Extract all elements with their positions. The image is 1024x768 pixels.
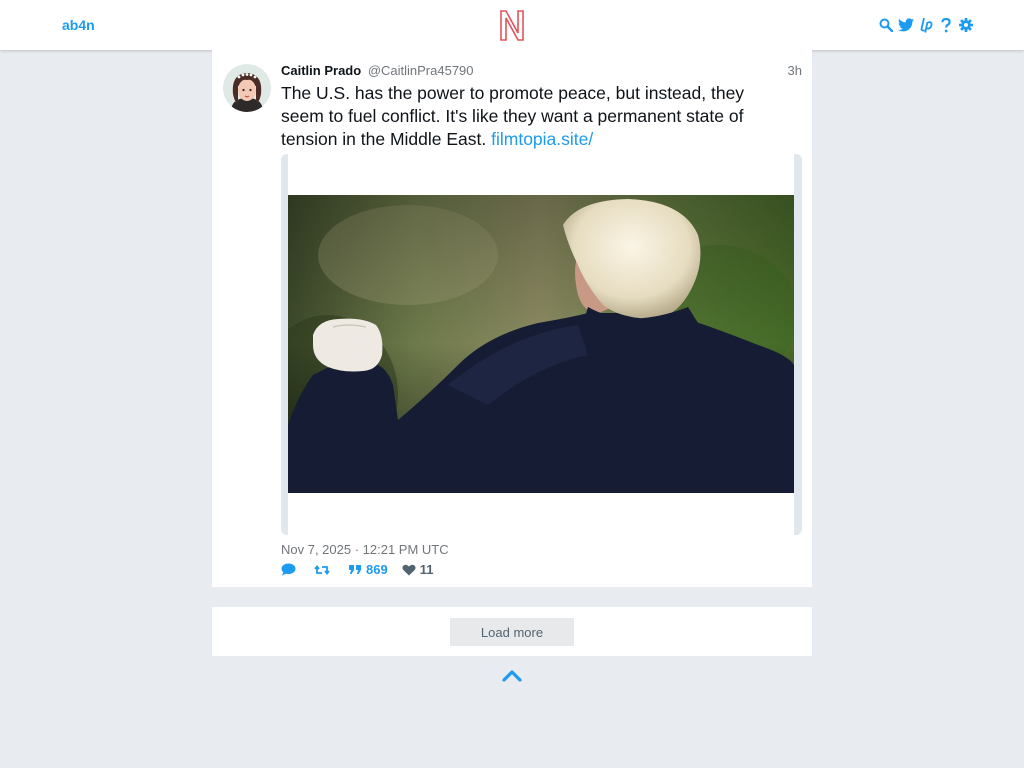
retweet-icon: [314, 564, 330, 575]
back-to-top-icon[interactable]: [502, 667, 522, 683]
brand-link[interactable]: ab4n: [62, 17, 95, 33]
tweet-link[interactable]: filmtopia.site/: [491, 129, 593, 149]
media-frame: [288, 154, 794, 535]
nitter-logo[interactable]: [498, 9, 526, 42]
comment-icon: [281, 563, 296, 576]
tweet-header: Caitlin Prado @CaitlinPra45790 3h: [281, 63, 802, 79]
quote-stat[interactable]: 869: [348, 562, 388, 577]
retweet-stat[interactable]: [314, 564, 334, 576]
attachment-image[interactable]: [288, 195, 794, 493]
tweet-stats: 869 11: [281, 562, 433, 577]
show-more: Load more: [212, 607, 812, 656]
gear-icon[interactable]: [958, 17, 974, 33]
reply-stat[interactable]: [281, 563, 300, 576]
heart-icon: [402, 564, 416, 575]
attachment-media[interactable]: [281, 154, 802, 535]
like-stat[interactable]: 11: [402, 562, 433, 577]
tweet-date-link[interactable]: 3h: [788, 63, 802, 78]
help-icon[interactable]: [938, 17, 954, 33]
liberapay-icon[interactable]: [918, 17, 934, 33]
quote-icon: [349, 565, 361, 574]
fullname-link[interactable]: Caitlin Prado: [281, 63, 361, 78]
nav-icons: [878, 17, 974, 33]
twitter-icon[interactable]: [898, 17, 914, 33]
timeline-item: Caitlin Prado @CaitlinPra45790 3h The U.…: [212, 50, 812, 587]
search-icon[interactable]: [878, 17, 894, 33]
tweet-published-date[interactable]: Nov 7, 2025 · 12:21 PM UTC: [281, 542, 449, 557]
tweet-content: The U.S. has the power to promote peace,…: [281, 82, 781, 151]
load-more-button[interactable]: Load more: [450, 618, 574, 646]
username-link[interactable]: @CaitlinPra45790: [368, 63, 474, 78]
avatar[interactable]: [223, 64, 271, 112]
navbar: ab4n: [0, 0, 1024, 50]
